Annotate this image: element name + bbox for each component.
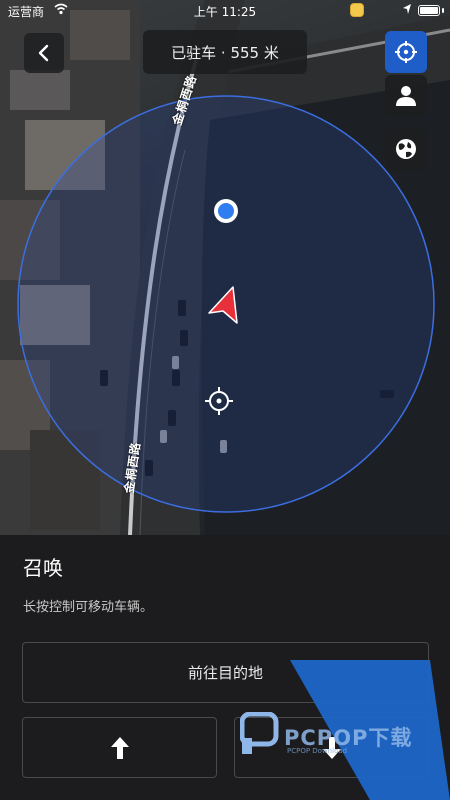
location-arrow-icon: [403, 4, 411, 14]
vehicle-arrow-icon: [208, 286, 238, 324]
sheet-description: 长按控制可移动车辆。: [23, 600, 154, 615]
target-crosshair-icon[interactable]: [205, 387, 233, 415]
app-indicator-icon: [350, 3, 364, 17]
back-button[interactable]: [24, 33, 64, 73]
sheet-title: 召唤: [23, 556, 63, 580]
phone-location-icon: [214, 199, 238, 223]
parking-status-pill: 已驻车 · 555 米: [143, 30, 307, 74]
status-bar: 运营商 上午 11:25: [0, 0, 450, 22]
battery-icon: [418, 5, 440, 16]
map-view[interactable]: 金桐西路 金桐西路: [0, 0, 450, 535]
watermark-sub: PCPOP Download: [287, 747, 348, 755]
arrow-up-icon: [110, 736, 129, 759]
satellite-map: [0, 0, 450, 535]
battery-tip: [442, 8, 444, 13]
map-layer-button[interactable]: [385, 128, 427, 170]
globe-icon: [396, 139, 416, 159]
watermark-logo: [240, 712, 279, 754]
forward-button[interactable]: [22, 717, 217, 778]
chevron-left-icon: [38, 44, 49, 62]
user-location-button[interactable]: [385, 75, 427, 117]
status-time: 上午 11:25: [193, 5, 257, 19]
person-icon: [396, 86, 416, 106]
locate-button[interactable]: [385, 31, 427, 73]
crosshair-icon: [395, 41, 417, 63]
